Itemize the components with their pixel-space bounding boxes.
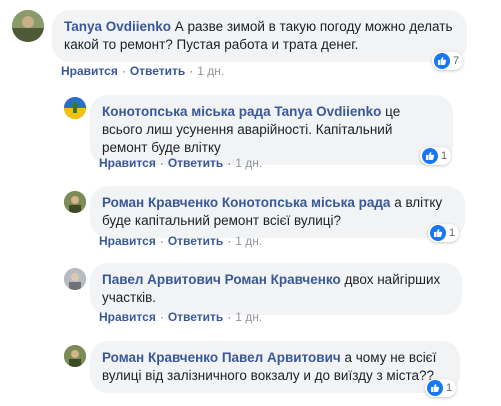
like-link[interactable]: Нравится bbox=[99, 234, 156, 248]
like-reaction-icon bbox=[434, 53, 450, 69]
separator: · bbox=[159, 310, 164, 324]
avatar[interactable] bbox=[12, 10, 44, 42]
reply-link[interactable]: Ответить bbox=[168, 310, 223, 324]
comment-author[interactable]: Роман Кравченко bbox=[102, 350, 218, 365]
comment-author[interactable]: Павел Арвитович bbox=[102, 272, 221, 287]
reply-link[interactable]: Ответить bbox=[130, 64, 185, 78]
like-link[interactable]: Нравится bbox=[99, 310, 156, 324]
reaction-count: 1 bbox=[441, 150, 448, 162]
avatar[interactable] bbox=[64, 345, 86, 367]
separator: · bbox=[227, 234, 232, 248]
separator: · bbox=[159, 234, 164, 248]
like-link[interactable]: Нравится bbox=[99, 156, 156, 170]
profile-photo-icon bbox=[64, 191, 86, 213]
comment-actions: Нравится · Ответить · 1 дн. bbox=[99, 310, 262, 324]
reaction-count: 7 bbox=[453, 55, 460, 67]
separator: · bbox=[189, 64, 194, 78]
comment-time[interactable]: 1 дн. bbox=[235, 234, 262, 248]
mention-link[interactable]: Конотопська міська рада bbox=[222, 195, 391, 210]
reply-link[interactable]: Ответить bbox=[168, 234, 223, 248]
like-reaction-icon bbox=[430, 225, 446, 241]
profile-photo-icon bbox=[12, 10, 44, 42]
reaction-count: 1 bbox=[449, 227, 456, 239]
comment-bubble: Роман Кравченко Павел Арвитович а чому н… bbox=[90, 341, 460, 393]
mention-link[interactable]: Павел Арвитович bbox=[222, 350, 341, 365]
like-reaction-icon bbox=[427, 380, 443, 396]
mention-link[interactable]: Роман Кравченко bbox=[225, 272, 341, 287]
comment-bubble: Tanya Ovdiienko А разве зимой в такую по… bbox=[52, 10, 467, 62]
profile-photo-icon bbox=[64, 268, 86, 290]
city-council-logo-icon bbox=[64, 97, 86, 119]
avatar[interactable] bbox=[64, 97, 86, 119]
comment-actions: Нравится · Ответить · 1 дн. bbox=[61, 64, 224, 78]
separator: · bbox=[227, 156, 232, 170]
comment-actions: Нравится · Ответить · 1 дн. bbox=[99, 156, 262, 170]
separator: · bbox=[121, 64, 126, 78]
comment-bubble: Конотопська міська рада Tanya Ovdiienko … bbox=[90, 95, 453, 165]
comment-author[interactable]: Роман Кравченко bbox=[102, 195, 218, 210]
like-link[interactable]: Нравится bbox=[61, 64, 118, 78]
profile-photo-icon bbox=[64, 345, 86, 367]
reaction-counter[interactable]: 7 bbox=[432, 52, 464, 70]
comment-time[interactable]: 1 дн. bbox=[235, 310, 262, 324]
reaction-counter[interactable]: 1 bbox=[420, 147, 452, 165]
comment-actions: Нравится · Ответить · 1 дн. bbox=[99, 234, 262, 248]
like-reaction-icon bbox=[422, 148, 438, 164]
comment-bubble: Павел Арвитович Роман Кравченко двох най… bbox=[90, 263, 462, 315]
separator: · bbox=[227, 310, 232, 324]
avatar[interactable] bbox=[64, 191, 86, 213]
mention-link[interactable]: Tanya Ovdiienko bbox=[274, 104, 381, 119]
avatar[interactable] bbox=[64, 268, 86, 290]
reaction-counter[interactable]: 1 bbox=[425, 379, 457, 397]
separator: · bbox=[159, 156, 164, 170]
comment-author[interactable]: Tanya Ovdiienko bbox=[64, 19, 171, 34]
comment-time[interactable]: 1 дн. bbox=[197, 64, 224, 78]
reply-link[interactable]: Ответить bbox=[168, 156, 223, 170]
reaction-count: 1 bbox=[446, 382, 453, 394]
comment-time[interactable]: 1 дн. bbox=[235, 156, 262, 170]
comment-author[interactable]: Конотопська міська рада bbox=[102, 104, 271, 119]
reaction-counter[interactable]: 1 bbox=[428, 224, 460, 242]
comment-bubble: Роман Кравченко Конотопська міська рада … bbox=[90, 186, 465, 238]
